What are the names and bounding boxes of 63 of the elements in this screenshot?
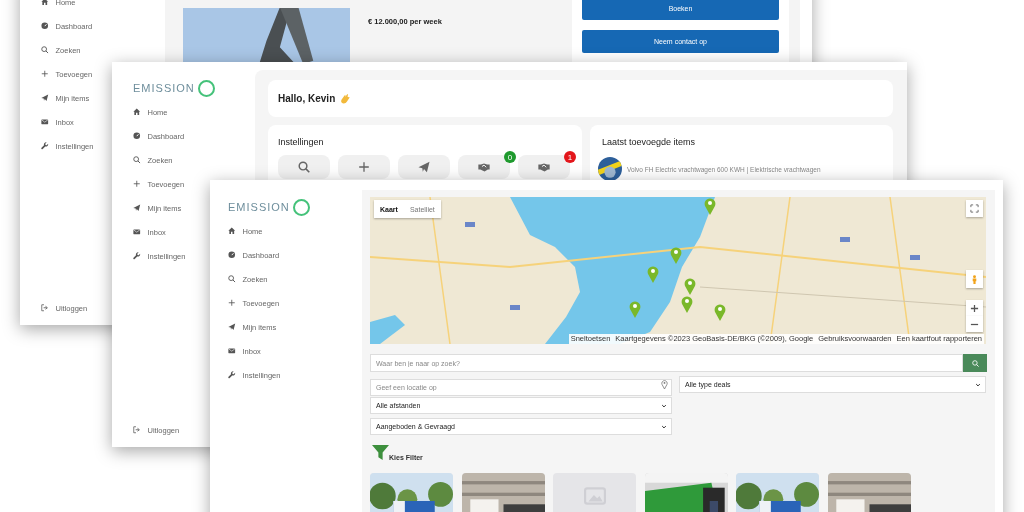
exit-icon	[41, 304, 49, 312]
plus-icon	[41, 70, 49, 78]
map-pin-icon[interactable]	[681, 295, 693, 313]
map-pin-icon[interactable]	[714, 303, 726, 321]
wrench-icon	[41, 142, 49, 150]
exit-icon	[133, 426, 141, 434]
paper-plane-icon	[41, 94, 49, 102]
map-pin-icon[interactable]	[684, 277, 696, 295]
plus-icon	[228, 299, 236, 307]
shortcut-tile[interactable]	[458, 155, 510, 179]
search-icon	[298, 161, 310, 173]
gauge-icon	[133, 132, 141, 140]
map-pin-icon[interactable]	[629, 300, 641, 318]
gauge-icon	[41, 22, 49, 30]
map-pin-icon[interactable]	[704, 197, 716, 215]
count-badge: 0	[504, 151, 516, 163]
zoom-out-button[interactable]	[966, 316, 983, 332]
paper-plane-icon	[228, 323, 236, 331]
map-pin-icon[interactable]	[647, 265, 659, 283]
plus-icon	[133, 180, 141, 188]
search-icon	[971, 359, 979, 367]
home-icon	[41, 0, 49, 6]
envelope-icon	[41, 118, 49, 126]
handshake-icon	[478, 161, 490, 173]
card-title: Laatst toevoegde items	[602, 136, 697, 149]
chevron-down-icon	[661, 402, 667, 409]
shortcut-tile[interactable]	[398, 155, 450, 179]
fullscreen-button[interactable]	[966, 200, 983, 217]
fullscreen-icon	[970, 204, 979, 213]
map-pin-icon	[661, 380, 668, 389]
image-placeholder[interactable]	[553, 473, 636, 512]
logo: EMISSION	[228, 195, 310, 219]
person-icon	[970, 274, 979, 284]
street-view-button[interactable]	[966, 270, 983, 288]
map-pin-icon[interactable]	[670, 246, 682, 264]
handshake-icon	[538, 161, 550, 173]
shortcut-tile[interactable]	[338, 155, 390, 179]
funnel-icon	[372, 444, 389, 461]
card-title: Instellingen	[278, 136, 325, 149]
paper-plane-icon	[133, 204, 141, 212]
home-icon	[133, 108, 141, 116]
logo: EMISSION	[133, 76, 215, 100]
waving-hand-icon	[339, 92, 352, 105]
wrench-icon	[133, 252, 141, 260]
search-icon	[228, 275, 236, 283]
search-icon	[41, 46, 49, 54]
paper-plane-icon	[418, 161, 430, 173]
count-badge: 1	[564, 151, 576, 163]
shortcut-tile[interactable]	[278, 155, 330, 179]
zoom-in-button[interactable]	[966, 300, 983, 316]
chevron-down-icon	[975, 381, 981, 388]
wrench-icon	[228, 371, 236, 379]
search-button[interactable]	[963, 354, 987, 372]
chevron-down-icon	[661, 423, 667, 430]
plus-icon	[970, 303, 979, 313]
shortcut-tile[interactable]	[518, 155, 570, 179]
greeting: Hallo, Kevin	[278, 93, 336, 104]
plus-icon	[358, 161, 370, 173]
search-icon	[133, 156, 141, 164]
gauge-icon	[228, 251, 236, 259]
envelope-icon	[228, 347, 236, 355]
envelope-icon	[133, 228, 141, 236]
home-icon	[228, 227, 236, 235]
